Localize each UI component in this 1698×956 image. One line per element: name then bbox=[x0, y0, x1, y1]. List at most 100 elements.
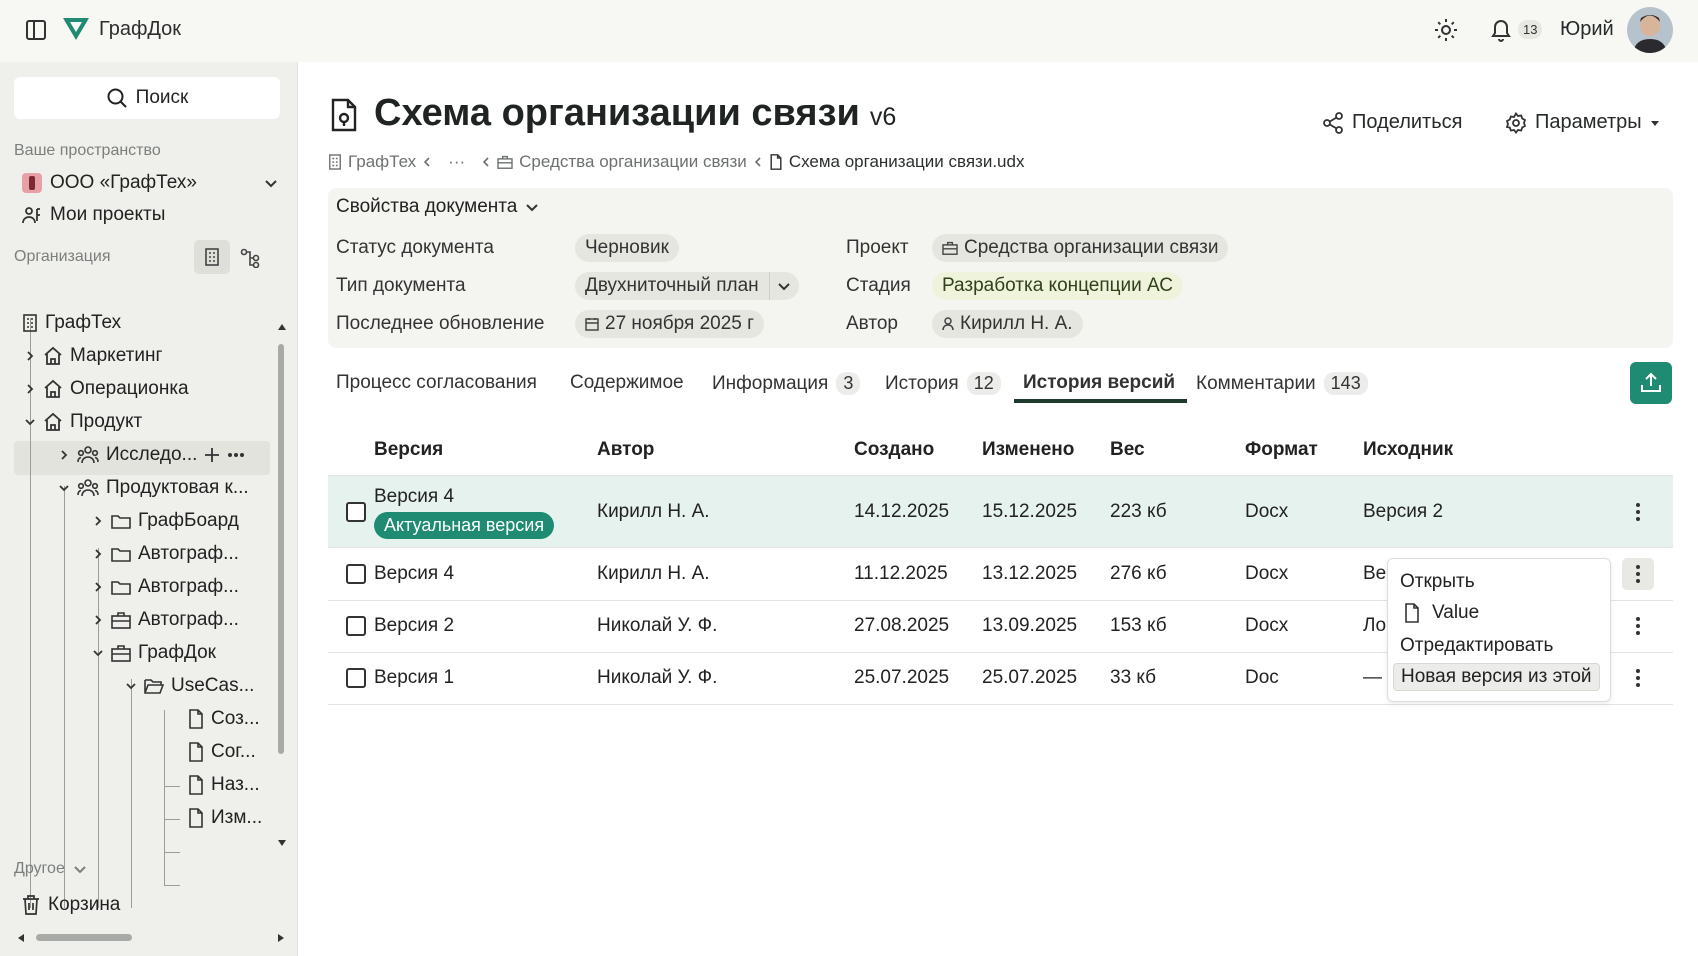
row-checkbox[interactable] bbox=[346, 616, 366, 636]
bell-icon[interactable] bbox=[1489, 17, 1513, 43]
modified-cell: 25.07.2025 bbox=[982, 667, 1078, 688]
tab-approval[interactable]: Процесс согласования bbox=[336, 372, 537, 394]
project-link[interactable]: Средства организации связи bbox=[932, 234, 1229, 262]
chevron-left-icon bbox=[483, 157, 489, 167]
size-cell: 153 кб bbox=[1110, 615, 1167, 636]
tree-item-autograf-2[interactable]: Автограф... bbox=[92, 576, 239, 598]
column-header[interactable]: Изменено bbox=[982, 439, 1074, 461]
breadcrumb-root[interactable]: ГрафТех bbox=[348, 152, 416, 172]
more-icon[interactable] bbox=[227, 452, 245, 458]
org-section-label: Организация bbox=[14, 248, 111, 265]
user-name[interactable]: Юрий bbox=[1560, 18, 1614, 41]
row-checkbox[interactable] bbox=[346, 668, 366, 688]
column-header[interactable]: Формат bbox=[1245, 439, 1318, 461]
menu-item-label: Новая версия из этой bbox=[1401, 666, 1592, 687]
breadcrumb-ellipsis[interactable]: ··· bbox=[448, 152, 465, 172]
column-header[interactable]: Вес bbox=[1110, 439, 1145, 461]
row-menu-icon[interactable] bbox=[1636, 562, 1640, 586]
table-row[interactable]: Версия 4 Актуальная версия Кирилл Н. А. … bbox=[328, 475, 1673, 548]
horizontal-scrollbar[interactable] bbox=[36, 934, 132, 941]
tab-label: Содержимое bbox=[570, 372, 684, 393]
avatar[interactable] bbox=[1627, 7, 1673, 53]
org-view-button[interactable] bbox=[194, 240, 230, 274]
tab-history[interactable]: История 12 bbox=[885, 372, 1001, 395]
tree-item-research[interactable]: Исследо... bbox=[58, 444, 245, 466]
breadcrumb-folder[interactable]: Средства организации связи bbox=[519, 152, 747, 172]
tab-info[interactable]: Информация 3 bbox=[712, 372, 861, 395]
params-button[interactable]: Параметры bbox=[1505, 111, 1660, 134]
file-icon bbox=[1405, 603, 1419, 623]
scroll-down-arrow[interactable] bbox=[278, 840, 286, 846]
search-button[interactable]: Поиск bbox=[14, 77, 280, 119]
column-header[interactable]: Версия bbox=[374, 439, 443, 461]
upload-button[interactable] bbox=[1630, 362, 1672, 404]
scroll-left-arrow[interactable] bbox=[18, 934, 24, 942]
row-menu-icon[interactable] bbox=[1636, 666, 1640, 690]
size-cell: 276 кб bbox=[1110, 563, 1167, 584]
column-header[interactable]: Автор bbox=[597, 439, 654, 461]
tree-item-usecases[interactable]: UseCas... bbox=[125, 675, 254, 697]
modified-cell: 15.12.2025 bbox=[982, 501, 1078, 522]
row-checkbox[interactable] bbox=[346, 502, 366, 522]
tree-guide bbox=[164, 786, 180, 787]
chevron-right-icon bbox=[95, 582, 102, 592]
my-projects-link[interactable]: Мои проекты bbox=[22, 204, 165, 226]
menu-item-edit[interactable]: Отредактировать bbox=[1400, 635, 1553, 657]
file-icon bbox=[770, 154, 782, 170]
tree-label: UseCas... bbox=[171, 675, 255, 696]
tree-item-doc-3[interactable]: Наз... bbox=[188, 774, 260, 796]
menu-item-open[interactable]: Открыть bbox=[1400, 571, 1475, 593]
row-menu-icon[interactable] bbox=[1636, 614, 1640, 638]
project-value: Средства организации связи bbox=[964, 237, 1219, 258]
menu-item-value[interactable]: Value bbox=[1404, 602, 1479, 624]
tree-item-doc-4[interactable]: Изм... bbox=[188, 807, 262, 829]
tree-item-autograf-3[interactable]: Автограф... bbox=[92, 609, 239, 631]
tree-guide bbox=[98, 548, 99, 908]
tree-guide bbox=[164, 710, 165, 885]
scroll-up-arrow[interactable] bbox=[278, 324, 286, 330]
stage-badge[interactable]: Разработка концепции АС bbox=[932, 272, 1184, 300]
stage-label: Стадия bbox=[846, 275, 911, 296]
folder-icon bbox=[111, 515, 131, 529]
tree-item-root[interactable]: ГрафТех bbox=[22, 312, 121, 334]
menu-item-new-version[interactable]: Новая версия из этой bbox=[1393, 663, 1600, 691]
tree-label: Продукт bbox=[70, 411, 143, 432]
tree-item-doc-1[interactable]: Соз... bbox=[188, 708, 260, 730]
tree-guide bbox=[164, 819, 180, 820]
tree-label: ГрафБоард bbox=[138, 510, 239, 531]
properties-header[interactable]: Свойства документа bbox=[336, 196, 539, 218]
sidebar-toggle-icon[interactable] bbox=[24, 18, 48, 42]
tree-item-product[interactable]: Продукт bbox=[24, 411, 142, 433]
hierarchy-view-button[interactable] bbox=[240, 248, 260, 268]
created-cell: 25.07.2025 bbox=[854, 667, 950, 688]
column-header[interactable]: Исходник bbox=[1363, 439, 1453, 461]
type-select[interactable]: Двухниточный план bbox=[575, 272, 799, 300]
scroll-right-arrow[interactable] bbox=[278, 934, 284, 942]
tab-content[interactable]: Содержимое bbox=[570, 372, 684, 394]
column-header[interactable]: Создано bbox=[854, 439, 934, 461]
plus-icon[interactable] bbox=[204, 447, 220, 463]
status-badge[interactable]: Черновик bbox=[575, 234, 679, 262]
org-switcher[interactable]: ООО «ГрафТех» bbox=[22, 172, 278, 194]
tab-version-history[interactable]: История версий bbox=[1023, 372, 1175, 394]
tree-item-marketing[interactable]: Маркетинг bbox=[24, 345, 162, 367]
tree-item-grafdoc[interactable]: ГрафДок bbox=[92, 642, 216, 664]
tree-item-operations[interactable]: Операционка bbox=[24, 378, 189, 400]
trash-link[interactable]: Корзина bbox=[22, 894, 120, 916]
tree-item-grafboard[interactable]: ГрафБоард bbox=[92, 510, 239, 532]
tree-label: Наз... bbox=[211, 774, 260, 795]
sidebar-scrollbar[interactable] bbox=[278, 344, 284, 754]
share-button[interactable]: Поделиться bbox=[1322, 111, 1462, 134]
tab-comments[interactable]: Комментарии 143 bbox=[1196, 372, 1368, 395]
author-chip[interactable]: Кирилл Н. А. bbox=[932, 310, 1083, 338]
theme-sun-icon[interactable] bbox=[1434, 18, 1458, 42]
tree-item-autograf-1[interactable]: Автограф... bbox=[92, 543, 239, 565]
tree-item-product-team[interactable]: Продуктовая к... bbox=[58, 477, 249, 499]
chevron-down-icon bbox=[59, 485, 69, 492]
other-section[interactable]: Другое bbox=[14, 860, 87, 878]
tree-item-doc-2[interactable]: Сог... bbox=[188, 741, 256, 763]
row-checkbox[interactable] bbox=[346, 564, 366, 584]
trash-icon bbox=[23, 895, 39, 915]
row-menu-icon[interactable] bbox=[1636, 500, 1640, 524]
title-text: Схема организации связи bbox=[374, 92, 860, 134]
